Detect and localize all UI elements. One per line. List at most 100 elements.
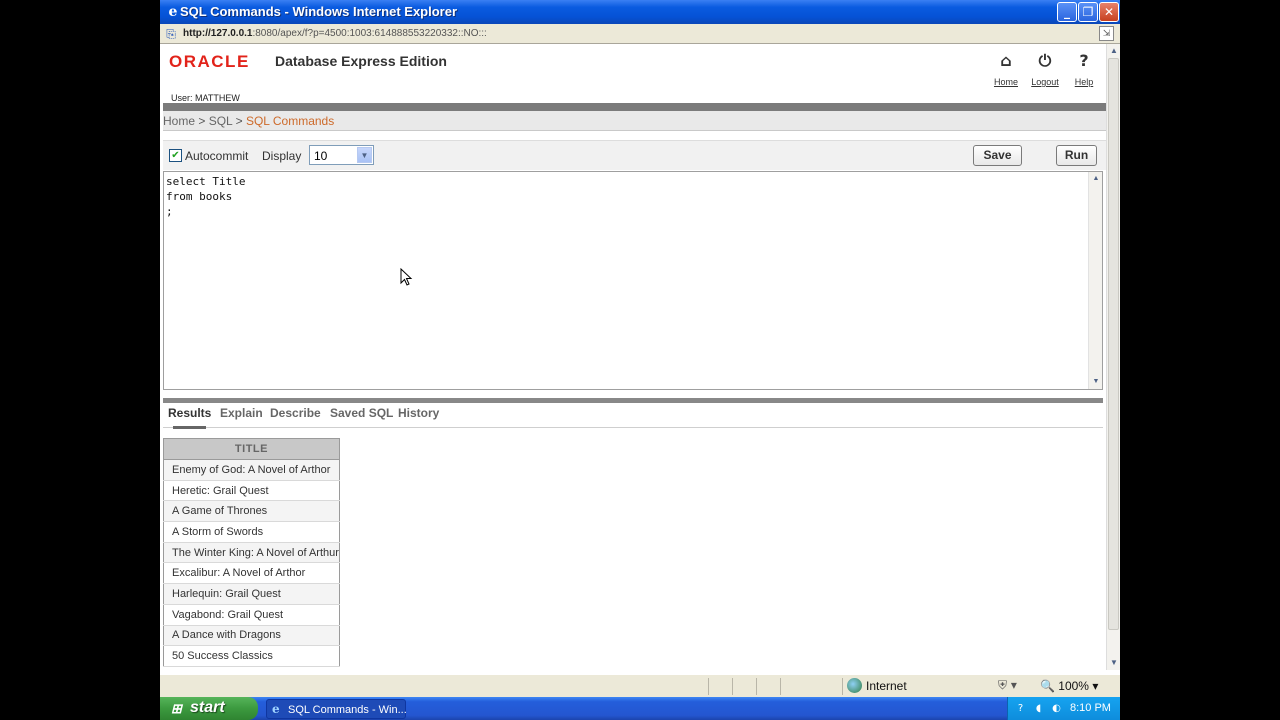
scroll-down-icon[interactable]: ▼ <box>1107 656 1120 670</box>
tab-describe[interactable]: Describe <box>270 406 321 420</box>
scroll-up-icon[interactable]: ▲ <box>1107 44 1120 58</box>
sql-toolbar: ✔ Autocommit Display 10 ▼ Save Run <box>163 140 1106 170</box>
header-divider <box>163 103 1106 111</box>
page-scrollbar[interactable]: ▲ ▼ <box>1106 44 1120 670</box>
page-icon: ⎘ <box>166 27 176 41</box>
nav-home[interactable]: ⌂ Home <box>986 51 1026 87</box>
security-zone: Internet <box>866 679 907 693</box>
status-separator <box>780 678 781 695</box>
table-row: A Storm of Swords <box>163 521 340 543</box>
ie-icon: e <box>168 4 178 20</box>
column-title: TITLE <box>163 438 340 460</box>
table-cell: Vagabond: Grail Quest <box>163 604 340 626</box>
tab-history[interactable]: History <box>398 406 439 420</box>
tab-results[interactable]: Results <box>168 406 211 429</box>
url-path: :8080/apex/f?p=4500:1003:614888553220332… <box>252 28 487 39</box>
table-header-row: TITLE <box>163 438 340 460</box>
nav-logout[interactable]: ⏻ Logout <box>1025 51 1065 87</box>
breadcrumb-separator: > <box>232 114 246 128</box>
scrollbar-thumb[interactable] <box>1108 58 1119 630</box>
windows-flag-icon: ⊞ <box>171 701 182 716</box>
save-button[interactable]: Save <box>973 145 1022 166</box>
tab-saved-sql[interactable]: Saved SQL <box>330 406 393 420</box>
home-icon: ⌂ <box>1000 51 1012 70</box>
system-tray: ? ◖ ◐ 8:10 PM <box>1007 697 1120 720</box>
table-cell: 50 Success Classics <box>163 645 340 667</box>
protected-mode-icon[interactable]: ⛨ ▾ <box>998 678 1017 693</box>
status-separator <box>732 678 733 695</box>
table-row: A Game of Thrones <box>163 500 340 523</box>
start-button[interactable]: ⊞ start <box>160 697 258 720</box>
browser-window: e SQL Commands - Windows Internet Explor… <box>160 0 1120 697</box>
address-bar[interactable]: ⎘ http://127.0.0.1:8080/apex/f?p=4500:10… <box>160 24 1120 44</box>
table-row: 50 Success Classics <box>163 645 340 667</box>
status-separator <box>756 678 757 695</box>
sql-query-text[interactable]: select Title from books ; <box>166 174 245 219</box>
table-cell: Harlequin: Grail Quest <box>163 583 340 605</box>
table-row: Heretic: Grail Quest <box>163 480 340 502</box>
power-icon: ⏻ <box>1038 51 1052 70</box>
user-label: User: <box>171 93 193 103</box>
ie-icon: e <box>272 702 280 716</box>
tab-explain[interactable]: Explain <box>220 406 263 420</box>
desktop: e SQL Commands - Windows Internet Explor… <box>0 0 1280 720</box>
scroll-down-icon[interactable]: ▼ <box>1089 375 1103 389</box>
globe-icon <box>847 678 862 693</box>
chevron-down-icon[interactable]: ▼ <box>357 147 372 163</box>
status-separator <box>708 678 709 695</box>
table-cell: A Dance with Dragons <box>163 625 340 647</box>
nav-home-label: Home <box>993 77 1018 87</box>
clock: 8:10 PM <box>1070 702 1111 714</box>
user-name: MATTHEW <box>195 93 240 103</box>
network-icon[interactable]: ◐ <box>1050 702 1063 715</box>
table-row: Excalibur: A Novel of Arthor <box>163 562 340 585</box>
breadcrumb-sql[interactable]: SQL <box>209 114 233 128</box>
url-text[interactable]: http://127.0.0.1:8080/apex/f?p=4500:1003… <box>183 28 487 39</box>
nav-help-label: Help <box>1074 77 1094 87</box>
scroll-up-icon[interactable]: ▲ <box>1089 172 1103 186</box>
volume-icon[interactable]: ◖ <box>1032 702 1045 715</box>
minimize-button[interactable]: _ <box>1057 2 1077 22</box>
results-divider <box>163 398 1103 403</box>
url-host: http://127.0.0.1 <box>183 28 253 39</box>
zoom-level[interactable]: 🔍 100% ▾ <box>1040 679 1098 693</box>
breadcrumb-home[interactable]: Home <box>163 114 195 128</box>
table-cell: The Winter King: A Novel of Arthur <box>163 542 340 564</box>
status-bar: Internet ⛨ ▾ 🔍 100% ▾ <box>160 674 1120 697</box>
table-cell: Enemy of God: A Novel of Arthor <box>163 459 340 481</box>
mouse-cursor-icon <box>400 268 413 286</box>
run-button[interactable]: Run <box>1056 145 1097 166</box>
start-label: start <box>190 699 225 716</box>
breadcrumb-current: SQL Commands <box>245 114 335 128</box>
close-button[interactable]: ✕ <box>1099 2 1119 22</box>
results-table: TITLE Enemy of God: A Novel of Arthor He… <box>163 438 340 667</box>
display-value: 10 <box>314 149 328 163</box>
autocommit-label[interactable]: Autocommit <box>185 149 248 163</box>
taskbar-item-ie[interactable]: e SQL Commands - Win... <box>266 699 407 719</box>
display-label: Display <box>262 149 302 163</box>
title-bar[interactable]: e SQL Commands - Windows Internet Explor… <box>160 0 1120 24</box>
table-row: Enemy of God: A Novel of Arthor <box>163 459 340 481</box>
page-content: ORACLE Database Express Edition User: MA… <box>160 44 1106 670</box>
breadcrumb-separator: > <box>195 114 209 128</box>
sql-editor[interactable]: select Title from books ; ▲ ▼ <box>163 171 1103 390</box>
table-row: Vagabond: Grail Quest <box>163 604 340 626</box>
taskbar: ⊞ start e SQL Commands - Win... ? ◖ ◐ 8:… <box>160 697 1120 720</box>
table-cell: A Storm of Swords <box>163 521 340 543</box>
autocommit-checkbox[interactable]: ✔ <box>169 149 182 162</box>
editor-scrollbar[interactable]: ▲ ▼ <box>1088 172 1102 389</box>
table-row: The Winter King: A Novel of Arthur <box>163 542 340 564</box>
oracle-logo: ORACLE <box>169 52 250 71</box>
compatibility-icon[interactable]: ⇲ <box>1099 26 1114 41</box>
table-cell: Heretic: Grail Quest <box>163 480 340 502</box>
help-icon[interactable]: ? <box>1014 702 1027 715</box>
table-row: A Dance with Dragons <box>163 625 340 647</box>
user-info: User: MATTHEW <box>171 93 240 103</box>
help-icon: ? <box>1079 51 1089 70</box>
nav-help[interactable]: ? Help <box>1064 51 1104 87</box>
restore-button[interactable]: ❐ <box>1078 2 1098 22</box>
product-name: Database Express Edition <box>275 53 447 69</box>
display-select[interactable]: 10 ▼ <box>309 145 374 165</box>
table-cell: A Game of Thrones <box>163 500 340 523</box>
nav-logout-label: Logout <box>1031 77 1059 87</box>
